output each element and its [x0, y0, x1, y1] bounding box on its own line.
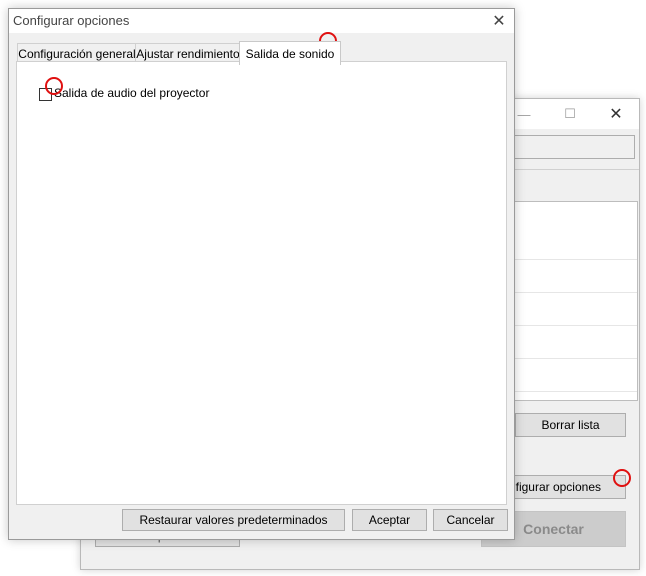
clear-list-button[interactable]: Borrar lista [515, 413, 626, 437]
list-row-divider [502, 292, 637, 293]
projector-list[interactable] [501, 201, 638, 401]
annotation-circle [613, 469, 631, 487]
main-window-separator [501, 169, 639, 170]
projector-audio-label[interactable]: Salida de audio del proyector [54, 86, 209, 100]
tab-sound-output[interactable]: Salida de sonido [239, 41, 341, 65]
restore-defaults-button[interactable]: Restaurar valores predeterminados [122, 509, 345, 531]
list-row-divider [502, 325, 637, 326]
cancel-button[interactable]: Cancelar [433, 509, 508, 531]
accept-button[interactable]: Aceptar [352, 509, 427, 531]
tab-strip: Configuración general Ajustar rendimient… [17, 41, 507, 65]
main-window-top-field[interactable] [501, 135, 635, 159]
dialog-title: Configurar opciones [13, 13, 130, 28]
list-row-divider [502, 259, 637, 260]
close-icon[interactable]: ✕ [485, 9, 513, 33]
close-icon[interactable]: ✕ [593, 99, 639, 129]
list-row-divider [502, 391, 637, 392]
list-row-divider [502, 358, 637, 359]
dialog-titlebar: Configurar opciones ✕ [9, 9, 514, 33]
sound-output-panel: Salida de audio del proyector [16, 61, 507, 505]
annotation-circle [45, 77, 63, 95]
maximize-icon[interactable]: ☐ [547, 99, 593, 129]
configure-options-dialog: Configurar opciones ✕ Configuración gene… [8, 8, 515, 540]
